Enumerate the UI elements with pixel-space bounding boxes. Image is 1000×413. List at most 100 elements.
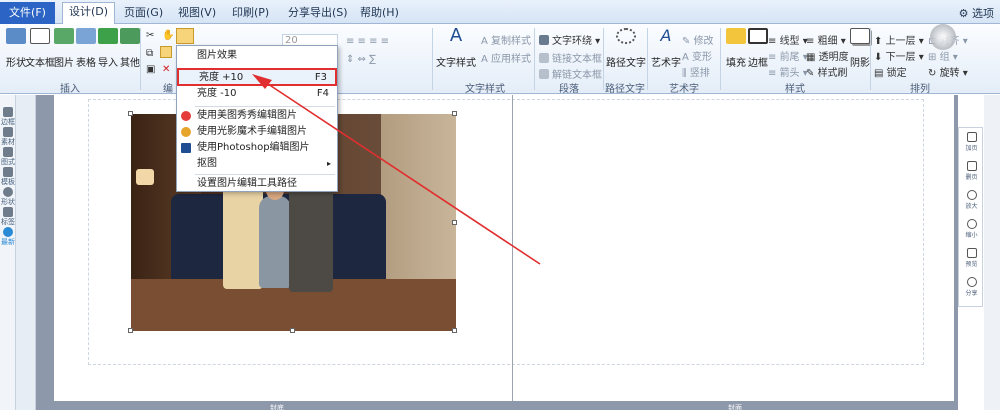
lock-button[interactable]: ▤ 锁定 xyxy=(874,64,907,79)
path-circle-icon xyxy=(616,28,636,44)
text-wrap-button[interactable]: 文字环绕 ▾ xyxy=(539,32,600,47)
arrow-button[interactable]: ≡ 箭头 ▾ xyxy=(768,64,808,79)
resize-handle[interactable] xyxy=(128,111,133,116)
add-page-button[interactable]: 加页 xyxy=(959,132,984,152)
shadow-button[interactable]: 阴影 xyxy=(848,28,872,69)
menu-item-cutout[interactable]: 抠图 ▸ xyxy=(177,156,337,172)
group-separator xyxy=(432,28,433,90)
star-icon xyxy=(3,207,13,217)
other-button[interactable]: 其他 xyxy=(118,28,142,69)
right-tool-panel: 加页 删页 放大 缩小 预览 分享 xyxy=(958,127,983,307)
left-tool-shape[interactable]: 形状 xyxy=(1,187,15,207)
send-backward-button[interactable]: ⬇ 下一层 ▾ xyxy=(874,48,924,63)
zoom-out-button[interactable]: 缩小 xyxy=(959,219,984,239)
left-tool-template[interactable]: 模板 xyxy=(1,167,15,187)
border-button[interactable]: 边框 xyxy=(746,28,770,69)
photo-person xyxy=(223,179,263,289)
bring-forward-button[interactable]: ⬆ 上一层 ▾ xyxy=(874,32,924,47)
import-button[interactable]: 导入 xyxy=(96,28,120,69)
front-cover-label: 封面 xyxy=(728,404,742,412)
zoom-in-icon xyxy=(966,190,977,200)
group-button[interactable]: ⊞ 组 ▾ xyxy=(928,48,958,63)
letter-a-icon: A xyxy=(449,25,463,46)
thickness-button[interactable]: ≡ 粗细 ▾ xyxy=(806,32,846,47)
fill-button[interactable]: 填充 xyxy=(724,28,748,69)
table-button[interactable]: 表格 xyxy=(74,28,98,69)
menu-separator xyxy=(195,174,335,175)
art-text-button[interactable]: A 艺术字 xyxy=(651,28,681,70)
apply-style-button[interactable]: A 应用样式 xyxy=(481,50,531,65)
menu-item-meitu[interactable]: 使用美图秀秀编辑图片 xyxy=(177,108,337,124)
copy-icon[interactable]: ⧉ xyxy=(146,48,153,59)
group-label-art-text: 艺术字 xyxy=(669,84,699,95)
resize-handle[interactable] xyxy=(452,328,457,333)
border-icon xyxy=(3,107,13,117)
chat-icon xyxy=(3,227,13,237)
unlink-textbox-button[interactable]: 解链文本框 xyxy=(539,66,602,81)
menu-item-nikon-magic[interactable]: 使用光影魔术手编辑图片 xyxy=(177,124,337,140)
baidu-watermark-url: jingyan.baidu.com xyxy=(768,362,916,381)
tab-design[interactable]: 设计(D) xyxy=(62,2,116,25)
align-buttons[interactable]: ≡ ≡ ≡ ≡ xyxy=(346,36,389,47)
share-button[interactable]: 分享 xyxy=(959,277,984,297)
tab-share-export[interactable]: 分享导出(S) xyxy=(282,4,354,22)
group-separator xyxy=(534,28,535,90)
floating-ball-icon[interactable] xyxy=(930,24,956,50)
transform-art-button[interactable]: A 变形 xyxy=(682,48,712,63)
line-type-button[interactable]: ≡ 线型 ▾ xyxy=(768,32,808,47)
photo-lamp xyxy=(136,169,154,185)
resize-handle[interactable] xyxy=(128,328,133,333)
delete-icon[interactable]: ✕ xyxy=(162,64,170,75)
resize-handle[interactable] xyxy=(290,328,295,333)
options-menu[interactable]: ⚙ 选项 xyxy=(959,5,994,21)
copy-style-button[interactable]: A 复制样式 xyxy=(481,32,531,47)
cut-icon[interactable]: ✂ xyxy=(146,30,154,41)
spacing-buttons[interactable]: ⇕ ⇔ ∑ xyxy=(346,54,376,65)
link-textbox-button[interactable]: 链接文本框 xyxy=(539,50,602,65)
menu-item-photoshop[interactable]: 使用Photoshop编辑图片 xyxy=(177,140,337,156)
text-style-button[interactable]: A 文字样式 xyxy=(436,25,476,70)
meitu-icon xyxy=(181,111,191,121)
pointer-icon[interactable] xyxy=(160,46,172,58)
tab-view[interactable]: 视图(V) xyxy=(172,4,222,22)
shape-button[interactable]: 形状 xyxy=(4,28,28,69)
textbox-icon xyxy=(30,28,50,44)
menu-item-picture-effects[interactable]: 图片效果 xyxy=(177,48,337,64)
menu-bar: 文件(F) 设计(D) 页面(G) 视图(V) 印刷(P) 分享导出(S) 帮助… xyxy=(0,0,1000,25)
zoom-out-icon xyxy=(966,219,977,229)
vertical-art-button[interactable]: ⫼ 竖排 xyxy=(682,64,710,79)
menu-item-set-editor-path[interactable]: 设置图片编辑工具路径 xyxy=(177,176,337,192)
ribbon: 形状 文本框 图片 表格 导入 其他 插入 ✂ ⧉ ▣ ✋ ✕ 编 20 ≡ ≡… xyxy=(0,24,1000,95)
image-button[interactable]: 图片 xyxy=(52,28,76,69)
zoom-in-button[interactable]: 放大 xyxy=(959,190,984,210)
shape-icon xyxy=(3,187,13,197)
tab-help[interactable]: 帮助(H) xyxy=(354,4,405,22)
rotate-button[interactable]: ↻ 旋转 ▾ xyxy=(928,64,968,79)
menu-item-brightness-down[interactable]: 亮度 -10 F4 xyxy=(177,86,337,102)
picture-tools-button[interactable] xyxy=(176,28,194,44)
vertical-scrollbar[interactable] xyxy=(984,95,1000,410)
path-text-button[interactable]: 路径文字 xyxy=(606,28,646,69)
delete-page-button[interactable]: 删页 xyxy=(959,161,984,181)
left-tool-material[interactable]: 素材 xyxy=(1,127,15,147)
tab-print[interactable]: 印刷(P) xyxy=(226,4,275,22)
textbox-button[interactable]: 文本框 xyxy=(25,28,55,69)
resize-handle[interactable] xyxy=(452,220,457,225)
file-menu[interactable]: 文件(F) xyxy=(0,2,55,24)
preview-button[interactable]: 预览 xyxy=(959,248,984,268)
hand-icon[interactable]: ✋ xyxy=(162,30,174,41)
left-tool-label[interactable]: 标签 xyxy=(1,207,15,227)
modify-art-button[interactable]: ✎ 修改 xyxy=(682,32,714,47)
left-tool-latest[interactable]: 最新 xyxy=(1,227,15,247)
resize-handle[interactable] xyxy=(452,111,457,116)
left-tool-pattern[interactable]: 图式 xyxy=(1,147,15,167)
corner-button[interactable]: ≡ 前尾 ▾ xyxy=(768,48,808,63)
submenu-arrow-icon: ▸ xyxy=(326,159,331,168)
group-label-path-text: 路径文字 xyxy=(605,84,645,95)
tab-page[interactable]: 页面(G) xyxy=(118,4,169,22)
paste-icon[interactable]: ▣ xyxy=(146,64,155,75)
paint-bucket-icon xyxy=(726,28,746,44)
left-tool-border[interactable]: 边框 xyxy=(1,107,15,127)
menu-item-brightness-up[interactable]: 亮度 +10 F3 xyxy=(177,68,337,86)
back-cover-label: 封底 xyxy=(270,404,284,412)
